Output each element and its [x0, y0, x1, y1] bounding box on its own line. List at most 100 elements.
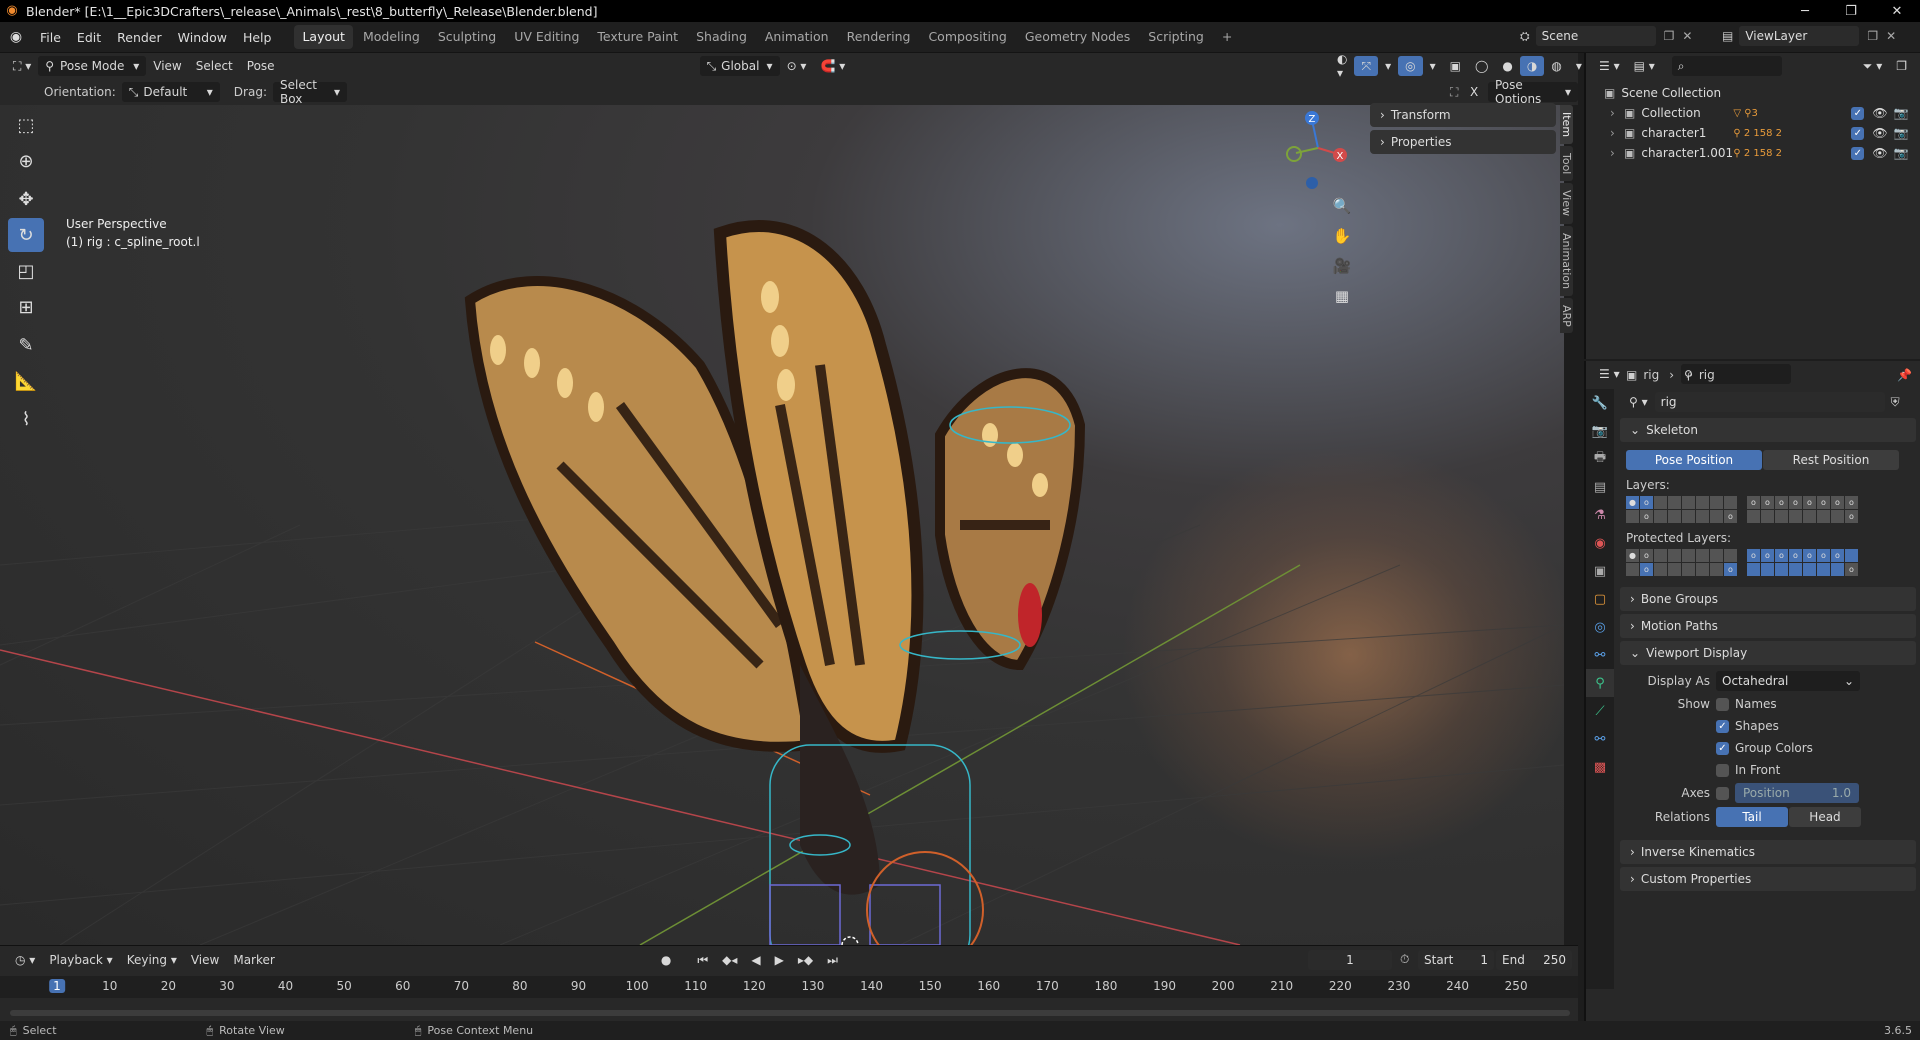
tab-scripting[interactable]: Scripting [1140, 25, 1212, 49]
display-mode-icon[interactable]: ▤ ▾ [1627, 56, 1662, 76]
menu-view-timeline[interactable]: View [184, 950, 226, 970]
mode-selector[interactable]: ⚲ Pose Mode ▾ [38, 56, 147, 76]
panel-motion-paths[interactable]: › Motion Paths [1620, 614, 1916, 638]
viewlayer-icon[interactable]: ▤ [1722, 29, 1733, 43]
new-collection-icon[interactable]: ❐ [1889, 56, 1914, 76]
wireframe-shading-icon[interactable]: ◯ [1468, 56, 1495, 76]
pose-options-dropdown[interactable]: Pose Options ▾ [1488, 78, 1578, 106]
navigation-gizmo[interactable]: Z X [1280, 108, 1360, 198]
group-colors-checkbox[interactable]: ✓ [1716, 741, 1729, 755]
axes-position-slider[interactable]: Position 1.0 [1735, 783, 1859, 803]
new-scene-icon[interactable]: ❐ [1664, 29, 1675, 43]
filter-icon[interactable]: ⏷ ▾ [1856, 56, 1889, 76]
output-tab-icon[interactable]: 🖶 [1586, 445, 1614, 473]
play-icon[interactable]: ▶ [768, 950, 791, 970]
tab-shading[interactable]: Shading [688, 25, 755, 49]
move-tool-icon[interactable]: ✥ [8, 182, 44, 216]
timeline-scrollbar[interactable] [10, 1010, 1570, 1016]
panel-skeleton[interactable]: ⌄ Skeleton [1620, 418, 1916, 442]
fake-user-icon[interactable]: ⛨ [1891, 395, 1900, 410]
armature-browse-icon[interactable]: ⚲ ▾ [1622, 392, 1655, 412]
armature-data-tab-icon[interactable]: ⚲ [1586, 669, 1614, 697]
panel-custom-properties[interactable]: › Custom Properties [1620, 867, 1916, 891]
remove-scene-icon[interactable]: ✕ [1682, 29, 1692, 43]
tab-texture-paint[interactable]: Texture Paint [589, 25, 686, 49]
minimize-button[interactable]: ─ [1782, 0, 1828, 22]
jump-start-icon[interactable]: ⏮ [690, 950, 715, 970]
camera-view-icon[interactable]: 🎥 [1328, 252, 1356, 280]
menu-marker[interactable]: Marker [226, 950, 281, 970]
tab-animation-sidebar[interactable]: Animation [1560, 225, 1573, 296]
tab-tool[interactable]: Tool [1560, 146, 1573, 182]
tab-rendering[interactable]: Rendering [839, 25, 919, 49]
editor-type-icon[interactable]: ⛶ ▾ [6, 56, 38, 76]
datablock-name-field[interactable]: rig [1654, 392, 1885, 412]
expand-arrow-icon[interactable]: › [1610, 106, 1624, 120]
material-shading-icon[interactable]: ◑ [1519, 56, 1545, 76]
constraints-tab-icon[interactable]: ⚯ [1586, 641, 1614, 669]
gizmo-icon[interactable]: ⤧ [1354, 56, 1379, 76]
rotate-tool-icon[interactable]: ↻ [8, 218, 44, 252]
object-tab-icon[interactable]: ▢ [1586, 585, 1614, 613]
layers-block-left[interactable]: ● o oo [1626, 496, 1737, 523]
expand-arrow-icon[interactable]: › [1610, 126, 1624, 140]
stopwatch-icon[interactable]: ⏱ [1400, 952, 1409, 967]
visibility-icon[interactable]: ◐ ▾ [1330, 52, 1354, 80]
display-as-dropdown[interactable]: Octahedral ⌄ [1716, 671, 1860, 691]
scene-collection-row[interactable]: ▣ Scene Collection [1604, 83, 1920, 103]
transform-tool-icon[interactable]: ⊞ [8, 290, 44, 324]
panel-properties[interactable]: › Properties [1370, 130, 1556, 154]
texture-tab-icon[interactable]: ▩ [1586, 753, 1614, 781]
camera-icon[interactable]: 📷 [1894, 106, 1909, 120]
panel-inverse-kinematics[interactable]: › Inverse Kinematics [1620, 840, 1916, 864]
menu-view[interactable]: View [146, 56, 188, 76]
tab-modeling[interactable]: Modeling [355, 25, 428, 49]
view-layer-tab-icon[interactable]: ▤ [1586, 473, 1614, 501]
remove-viewlayer-icon[interactable]: ✕ [1886, 29, 1896, 43]
menu-file[interactable]: File [32, 22, 69, 53]
rest-position-button[interactable]: Rest Position [1763, 450, 1899, 470]
exclude-checkbox[interactable]: ✓ [1851, 146, 1865, 160]
solid-shading-icon[interactable]: ● [1495, 56, 1519, 76]
viewlayer-field[interactable]: ViewLayer [1739, 26, 1860, 46]
tab-view[interactable]: View [1560, 183, 1573, 224]
collection-tab-icon[interactable]: ▣ [1586, 557, 1614, 585]
relations-tail-button[interactable]: Tail [1716, 807, 1788, 827]
rendered-shading-icon[interactable]: ◍ [1544, 56, 1568, 76]
close-button[interactable]: ✕ [1874, 0, 1920, 22]
menu-select[interactable]: Select [189, 56, 240, 76]
menu-pose[interactable]: Pose [240, 56, 282, 76]
auto-keying-icon[interactable]: ● [654, 950, 678, 970]
menu-edit[interactable]: Edit [69, 22, 109, 53]
tab-animation[interactable]: Animation [757, 25, 837, 49]
camera-icon[interactable]: 📷 [1894, 146, 1909, 160]
cursor-tool-icon[interactable]: ⊕ [8, 144, 44, 178]
scale-tool-icon[interactable]: ◰ [8, 254, 44, 288]
menu-window[interactable]: Window [170, 22, 235, 53]
drag-dropdown[interactable]: Select Box ▾ [272, 78, 347, 106]
expand-arrow-icon[interactable]: › [1610, 146, 1624, 160]
outliner-row-collection[interactable]: › ▣ Collection ▽ ⚲3 ✓ 👁 📷 [1604, 103, 1920, 123]
blender-menu-icon[interactable]: ◉ [0, 29, 32, 45]
outliner-editor-icon[interactable]: ☰ ▾ [1592, 56, 1627, 76]
names-checkbox[interactable] [1716, 697, 1729, 711]
outliner-search-input[interactable]: ⌕ [1671, 56, 1782, 76]
exclude-checkbox[interactable]: ✓ [1851, 106, 1865, 120]
layers-block-right[interactable]: oooooooo o [1747, 496, 1858, 523]
overlay-dropdown-icon[interactable]: ▾ [1423, 56, 1443, 76]
xray-icon[interactable]: ▣ [1443, 56, 1468, 76]
tab-layout[interactable]: Layout [294, 25, 353, 49]
tab-arp[interactable]: ARP [1560, 297, 1573, 334]
menu-playback[interactable]: Playback ▾ [42, 950, 119, 970]
menu-keying[interactable]: Keying ▾ [120, 950, 184, 970]
tool-tab-icon[interactable]: 🔧 [1586, 389, 1614, 417]
world-tab-icon[interactable]: ◉ [1586, 529, 1614, 557]
xmirror-icon[interactable]: ⛶ [1450, 85, 1458, 100]
pin-icon[interactable]: 📌 [1897, 368, 1912, 382]
panel-bone-groups[interactable]: › Bone Groups [1620, 587, 1916, 611]
pan-icon[interactable]: ✋ [1328, 222, 1356, 250]
orientation-dropdown[interactable]: ⤡ Default ▾ [121, 82, 220, 102]
tab-geometry-nodes[interactable]: Geometry Nodes [1017, 25, 1138, 49]
frame-ruler[interactable]: 1 10 20 30 40 50 60 70 80 90 100 110 120 130 140 150 160… [0, 976, 1578, 998]
play-reverse-icon[interactable]: ◀ [744, 950, 767, 970]
